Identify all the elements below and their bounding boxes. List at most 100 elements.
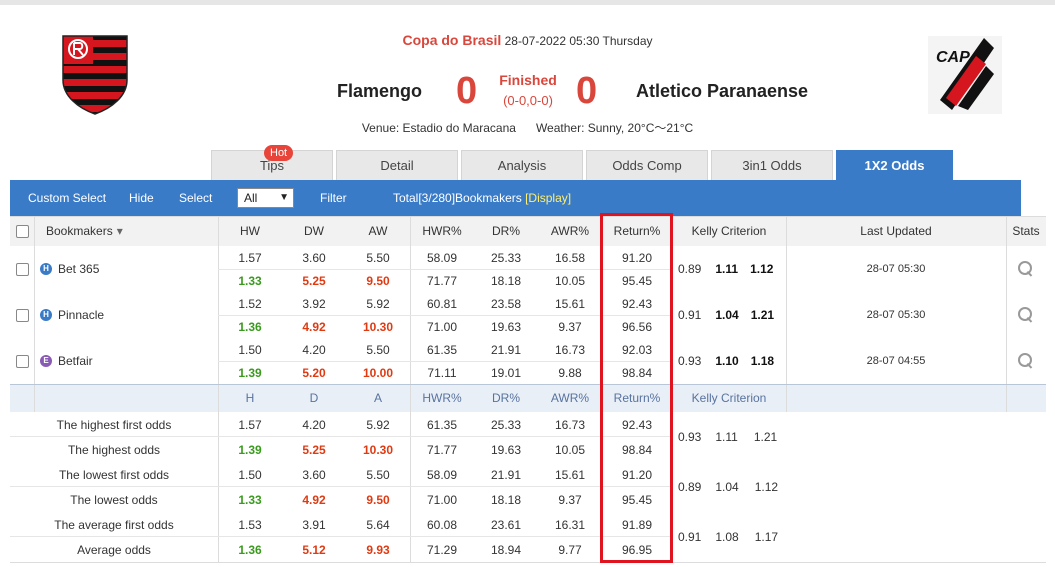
header-dr: DR% bbox=[491, 224, 520, 238]
odds-first-d: 3.60 bbox=[302, 250, 326, 265]
odds-first-dr: 25.33 bbox=[490, 250, 522, 265]
odds-live-awr: 9.88 bbox=[558, 365, 582, 380]
odds-first-h: 1.57 bbox=[238, 250, 262, 265]
select-all-checkbox[interactable] bbox=[15, 224, 29, 238]
odds-live-dr: 18.18 bbox=[490, 273, 522, 288]
row-divider bbox=[10, 216, 1046, 217]
search-icon[interactable] bbox=[1017, 306, 1035, 324]
odds-live-awr: 10.05 bbox=[554, 273, 586, 288]
odds-live-ret: 98.84 bbox=[621, 365, 653, 380]
bookmaker-icon: E bbox=[40, 355, 52, 367]
select-button[interactable]: Select bbox=[179, 180, 212, 216]
row-select-cell bbox=[10, 246, 34, 292]
summary-live-hwr: 71.77 bbox=[426, 442, 458, 457]
summary-row: The lowest first odds The lowest odds 1.50… bbox=[10, 462, 1046, 512]
summary-first-d: 3.91 bbox=[302, 517, 326, 532]
header-stats: Stats bbox=[1012, 224, 1040, 238]
tab-label: Detail bbox=[380, 158, 414, 173]
half-time-score: (0-0,0-0) bbox=[503, 93, 553, 108]
bookmaker-filter-dropdown[interactable]: All ▼ bbox=[237, 188, 294, 208]
last-updated: 28-07 05:30 bbox=[866, 309, 926, 321]
venue-text: Venue: Estadio do Maracana bbox=[361, 121, 516, 135]
summary-first-h: 1.57 bbox=[238, 417, 262, 432]
summary-first-d: 3.60 bbox=[302, 467, 326, 482]
search-icon[interactable] bbox=[1017, 352, 1035, 370]
summary-row: The highest first odds The highest odds 1.… bbox=[10, 412, 1046, 462]
summary-header-d: D bbox=[309, 391, 319, 405]
chevron-down-icon: ▼ bbox=[279, 192, 289, 203]
summary-live-h: 1.36 bbox=[238, 542, 262, 557]
bookmakers-header[interactable]: Bookmakers ▾ bbox=[34, 216, 218, 246]
competition-link[interactable]: Copa do Brasil bbox=[402, 32, 501, 48]
home-team-name[interactable]: Flamengo bbox=[300, 81, 422, 102]
kelly-value: 1.04 bbox=[715, 480, 739, 494]
row-checkbox[interactable] bbox=[15, 308, 29, 322]
summary-first-dr: 21.91 bbox=[490, 467, 522, 482]
odds-live-ret: 96.56 bbox=[621, 319, 653, 334]
odds-first-awr: 16.73 bbox=[554, 342, 586, 357]
column-divider bbox=[1006, 384, 1007, 412]
total-bookmakers: Total[3/280]Bookmakers [Display] bbox=[393, 180, 571, 216]
summary-live-h: 1.33 bbox=[238, 492, 262, 507]
bookmaker-name-cell[interactable]: H Pinnacle bbox=[34, 292, 218, 338]
summary-live-h: 1.39 bbox=[238, 442, 262, 457]
odds-first-a: 5.50 bbox=[366, 342, 390, 357]
odds-first-ret: 92.43 bbox=[621, 296, 653, 311]
hot-badge: Hot bbox=[264, 145, 294, 161]
tab-1x2-odds[interactable]: 1X2 Odds bbox=[836, 150, 953, 180]
search-icon[interactable] bbox=[1017, 260, 1035, 278]
odds-live-dr: 19.63 bbox=[490, 319, 522, 334]
header-aw: AW bbox=[368, 224, 388, 238]
summary-live-hwr: 71.00 bbox=[426, 492, 458, 507]
tab-tips[interactable]: Tips Hot bbox=[211, 145, 333, 180]
summary-first-hwr: 61.35 bbox=[426, 417, 458, 432]
summary-live-dr: 19.63 bbox=[490, 442, 522, 457]
tab-odds-comp[interactable]: Odds Comp bbox=[586, 150, 708, 180]
summary-live-d: 5.25 bbox=[302, 442, 326, 457]
kelly-value: 0.89 bbox=[678, 480, 702, 494]
summary-row: The average first odds Average odds 1.53 3.… bbox=[10, 512, 1046, 562]
summary-live-hwr: 71.29 bbox=[426, 542, 458, 557]
row-checkbox[interactable] bbox=[15, 262, 29, 276]
summary-first-ret: 92.43 bbox=[621, 417, 653, 432]
tab-3in1-odds[interactable]: 3in1 Odds bbox=[711, 150, 833, 180]
display-link[interactable]: [Display] bbox=[525, 191, 571, 205]
summary-first-label: The highest first odds bbox=[56, 417, 172, 432]
tab-detail[interactable]: Detail bbox=[336, 150, 458, 180]
weather-text: Weather: Sunny, 20°C～21°C bbox=[535, 121, 694, 135]
header-last-updated: Last Updated bbox=[860, 224, 932, 238]
summary-first-label: The lowest first odds bbox=[58, 467, 170, 482]
bookmaker-name-cell[interactable]: H Bet 365 bbox=[34, 246, 218, 292]
filter-button[interactable]: Filter bbox=[320, 180, 347, 216]
summary-header-ret: Return% bbox=[613, 391, 661, 405]
custom-select-button[interactable]: Custom Select bbox=[28, 180, 106, 216]
away-score: 0 bbox=[576, 70, 598, 112]
summary-first-d: 4.20 bbox=[302, 417, 326, 432]
kelly-value: 1.10 bbox=[715, 354, 739, 368]
odds-live-a: 10.30 bbox=[362, 319, 394, 334]
hide-button[interactable]: Hide bbox=[129, 180, 154, 216]
kelly-value: 0.91 bbox=[678, 308, 702, 322]
odds-first-hwr: 58.09 bbox=[426, 250, 458, 265]
row-checkbox[interactable] bbox=[15, 354, 29, 368]
header-awr: AWR% bbox=[550, 224, 590, 238]
kelly-value: 1.21 bbox=[753, 430, 778, 444]
row-divider bbox=[10, 562, 1046, 563]
kelly-cell: 0.93 1.10 1.18 bbox=[672, 338, 786, 384]
odds-first-d: 4.20 bbox=[302, 342, 326, 357]
bookmaker-name: Bet 365 bbox=[58, 262, 100, 276]
bookmaker-name-cell[interactable]: E Betfair bbox=[34, 338, 218, 384]
summary-first-h: 1.50 bbox=[238, 467, 262, 482]
summary-header-row: H D A HWR% DR% AWR% Return% Kelly Criterion bbox=[10, 384, 1046, 412]
tab-analysis[interactable]: Analysis bbox=[461, 150, 583, 180]
select-all-cell bbox=[10, 216, 34, 246]
summary-live-d: 4.92 bbox=[302, 492, 326, 507]
odds-live-d: 5.20 bbox=[302, 365, 326, 380]
odds-first-hwr: 61.35 bbox=[426, 342, 458, 357]
odds-first-dr: 23.58 bbox=[490, 296, 522, 311]
odds-first-hwr: 60.81 bbox=[426, 296, 458, 311]
stats-cell bbox=[1006, 246, 1046, 292]
bookmaker-name: Betfair bbox=[58, 354, 93, 368]
away-team-name[interactable]: Atletico Paranaense bbox=[636, 81, 808, 102]
kelly-value: 1.21 bbox=[750, 308, 775, 322]
